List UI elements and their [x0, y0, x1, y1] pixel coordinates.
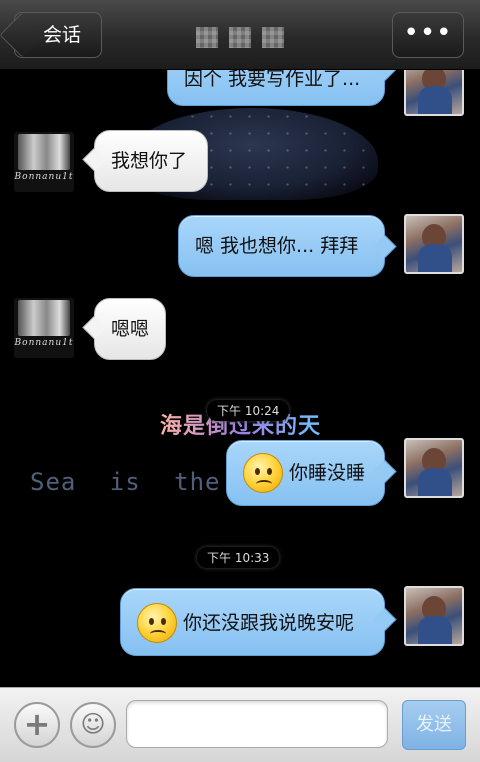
contact-avatar-caption: Bonnanu1t — [14, 172, 74, 182]
my-avatar[interactable] — [404, 586, 464, 646]
message-bubble-outgoing[interactable]: 你还没跟我说晚安呢 — [120, 588, 385, 656]
timestamp-label: 下午 10:33 — [197, 547, 280, 568]
contact-avatar-photo — [18, 134, 70, 170]
message-text: 你睡没睡 — [289, 462, 366, 484]
message-text: 嗯嗯 — [111, 318, 150, 340]
back-button-label: 会话 — [43, 24, 82, 46]
plus-attach-button[interactable]: + — [14, 702, 60, 748]
message-text: 嗯 我也想你... 拜拜 — [195, 235, 359, 257]
timestamp-label: 下午 10:24 — [207, 400, 290, 421]
message-bubble-incoming[interactable]: 嗯嗯 — [94, 298, 166, 360]
contact-avatar-caption: Bonnanu1t — [14, 338, 74, 348]
more-options-button[interactable]: ••• — [392, 12, 464, 58]
my-avatar[interactable] — [404, 70, 464, 116]
message-bubble-incoming[interactable]: 我想你了 — [94, 130, 208, 192]
contact-avatar[interactable]: Bonnanu1t — [14, 132, 74, 192]
title-pixel-block — [196, 27, 218, 48]
chat-title-blurred — [196, 27, 284, 48]
confused-face-icon — [243, 453, 283, 493]
chat-area[interactable]: 海是倒过来的天 Sea is the u n 因个 我要写作业了... Bonn… — [0, 70, 480, 687]
my-avatar[interactable] — [404, 214, 464, 274]
message-bubble-outgoing[interactable]: 你睡没睡 — [226, 440, 385, 506]
message-text: 因个 我要写作业了... — [184, 70, 361, 90]
back-button[interactable]: 会话 — [14, 12, 102, 58]
contact-avatar-photo — [18, 300, 70, 336]
nav-header: 会话 ••• — [0, 0, 480, 70]
plus-icon: + — [23, 705, 51, 743]
sad-face-icon — [137, 603, 177, 643]
input-bar: + ☺ 发送 — [0, 687, 480, 762]
message-input[interactable] — [126, 700, 388, 748]
message-bubble-outgoing[interactable]: 嗯 我也想你... 拜拜 — [178, 215, 385, 277]
emoji-button[interactable]: ☺ — [70, 702, 116, 748]
title-pixel-block — [229, 27, 251, 48]
message-text: 我想你了 — [111, 150, 188, 172]
send-button[interactable]: 发送 — [402, 700, 466, 750]
contact-avatar[interactable]: Bonnanu1t — [14, 298, 74, 358]
message-text: 你还没跟我说晚安呢 — [183, 612, 355, 634]
smiley-icon: ☺ — [80, 710, 106, 738]
message-bubble-outgoing[interactable]: 因个 我要写作业了... — [167, 70, 385, 106]
title-pixel-block — [262, 27, 284, 48]
my-avatar[interactable] — [404, 438, 464, 498]
